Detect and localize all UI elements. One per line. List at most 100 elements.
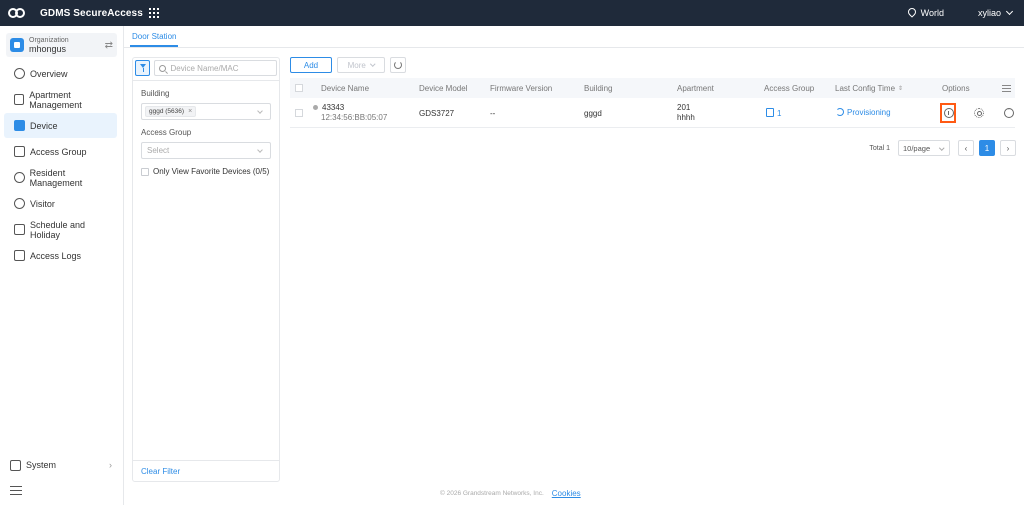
swap-icon[interactable]: ⇄	[105, 40, 113, 51]
chevron-right-icon: ›	[109, 460, 112, 470]
column-header-device-model: Device Model	[419, 84, 468, 93]
column-header-device-name: Device Name	[321, 84, 370, 93]
sidebar-item-resident-management[interactable]: Resident Management	[4, 165, 117, 190]
sidebar-item-overview[interactable]: Overview	[4, 61, 117, 86]
column-header-last-config-time[interactable]: Last Config Time ⇕	[835, 84, 903, 93]
sidebar-item-label: Device	[30, 120, 58, 131]
device-search-box[interactable]	[154, 60, 277, 76]
apartment-number: 201	[677, 103, 691, 112]
main-content: Door Station Building gggd (5636) × Acce…	[124, 26, 1024, 505]
building-name: gggd	[584, 109, 602, 118]
cookies-link[interactable]: Cookies	[552, 489, 581, 498]
sidebar-item-label: Resident Management	[29, 167, 83, 188]
more-options-icon[interactable]	[1004, 106, 1015, 118]
chevron-right-icon: ›	[1006, 143, 1010, 153]
sidebar-item-access-logs[interactable]: Access Logs	[4, 243, 117, 268]
page-size-label: 10/page	[903, 143, 931, 153]
sidebar-item-label: Apartment Management	[29, 89, 82, 110]
device-name-cell[interactable]: 43343 12:34:56:BB:05:07	[313, 103, 387, 123]
log-icon	[14, 250, 25, 261]
page-button[interactable]: 1	[979, 140, 995, 156]
offline-status-dot	[313, 105, 318, 111]
sidebar-nav: Overview Apartment Management Device Acc…	[0, 61, 123, 268]
refresh-button[interactable]	[390, 57, 406, 73]
apartment-cell: 201 hhhh	[677, 103, 695, 123]
organization-name: mhongus	[29, 44, 67, 54]
app-grid-icon[interactable]	[148, 8, 159, 18]
footer: © 2026 Grandstream Networks, Inc. Cookie…	[440, 489, 581, 498]
prev-page-button[interactable]: ‹	[958, 140, 974, 156]
sidebar-item-schedule-and-holiday[interactable]: Schedule and Holiday	[4, 217, 117, 242]
column-settings-icon[interactable]	[1002, 85, 1011, 92]
access-group-placeholder: Select	[147, 146, 170, 155]
table-header: Device Name Device Model Firmware Versio…	[290, 78, 1015, 98]
tab-door-station[interactable]: Door Station	[130, 32, 179, 47]
building-chip-label: gggd (5636)	[149, 108, 185, 115]
select-all-checkbox[interactable]	[295, 84, 303, 92]
clear-filter-link[interactable]: Clear Filter	[141, 467, 180, 476]
access-group-select[interactable]: Select	[141, 142, 271, 159]
organization-switcher[interactable]: Organization mhongus ⇄	[6, 33, 117, 57]
device-table: Device Name Device Model Firmware Versio…	[290, 78, 1015, 128]
total-count: Total 1	[869, 144, 890, 152]
column-header-options: Options	[942, 84, 970, 93]
access-group-link[interactable]: 1	[766, 108, 781, 118]
column-header-access-group: Access Group	[764, 84, 815, 93]
copyright: © 2026 Grandstream Networks, Inc.	[440, 490, 544, 497]
collapse-sidebar-icon[interactable]	[10, 486, 22, 495]
system-grid-icon	[10, 459, 21, 471]
sync-icon	[836, 108, 844, 116]
sidebar-item-label: Access Logs	[30, 250, 82, 261]
sidebar-item-access-group[interactable]: Access Group	[4, 139, 117, 164]
building-select[interactable]: gggd (5636) ×	[141, 103, 271, 120]
filter-toggle-icon[interactable]	[135, 60, 151, 76]
location-selector[interactable]: World	[908, 8, 944, 18]
sidebar-item-label: System	[26, 460, 57, 470]
building-chip: gggd (5636) ×	[145, 106, 197, 117]
calendar-icon	[14, 224, 25, 235]
location-pin-icon	[908, 8, 916, 18]
visitor-icon	[14, 198, 25, 209]
sidebar-item-label: Schedule and Holiday	[29, 219, 85, 240]
highlight-box	[940, 103, 956, 123]
access-group-label: Access Group	[141, 128, 192, 137]
gear-icon[interactable]	[974, 108, 985, 118]
building-icon	[14, 94, 25, 105]
add-button[interactable]: Add	[290, 57, 332, 73]
provisioning-status[interactable]: Provisioning	[836, 108, 891, 117]
pie-chart-icon	[14, 68, 25, 79]
sidebar-item-label: Access Group	[30, 146, 87, 157]
more-button[interactable]: More	[337, 57, 385, 73]
sidebar-item-apartment-management[interactable]: Apartment Management	[4, 87, 117, 112]
organization-icon	[10, 38, 24, 52]
sidebar-item-system[interactable]: System ›	[4, 455, 118, 475]
device-search-input[interactable]	[170, 63, 276, 73]
location-label: World	[920, 8, 944, 18]
building-label: Building	[141, 89, 170, 98]
table-row: 43343 12:34:56:BB:05:07 GDS3727 -- gggd …	[290, 98, 1015, 128]
chevron-down-icon	[938, 145, 944, 151]
divider	[133, 80, 279, 81]
sidebar-item-device[interactable]: Device	[4, 113, 117, 138]
row-checkbox[interactable]	[295, 109, 303, 117]
user-menu[interactable]: xyliao	[978, 7, 1014, 18]
chevron-down-icon	[257, 108, 263, 114]
chevron-down-icon	[257, 147, 263, 153]
page-size-select[interactable]: 10/page	[898, 140, 950, 156]
sidebar-item-label: Visitor	[30, 198, 55, 209]
column-header-firmware-version: Firmware Version	[490, 84, 553, 93]
favorite-checkbox[interactable]	[141, 167, 149, 176]
chevron-left-icon: ‹	[964, 143, 968, 153]
filter-footer: Clear Filter	[133, 460, 279, 481]
sort-icon: ⇕	[898, 86, 904, 92]
search-icon	[159, 64, 167, 72]
column-header-building: Building	[584, 84, 613, 93]
remove-chip-icon[interactable]: ×	[188, 108, 192, 115]
chevron-down-icon	[1005, 7, 1014, 16]
app-title: GDMS SecureAccess	[40, 7, 143, 19]
next-page-button[interactable]: ›	[1000, 140, 1016, 156]
favorite-filter[interactable]: Only View Favorite Devices (0/5)	[141, 167, 279, 176]
resident-icon	[14, 172, 25, 183]
sidebar-item-visitor[interactable]: Visitor	[4, 191, 117, 216]
apartment-name: hhhh	[677, 113, 695, 122]
